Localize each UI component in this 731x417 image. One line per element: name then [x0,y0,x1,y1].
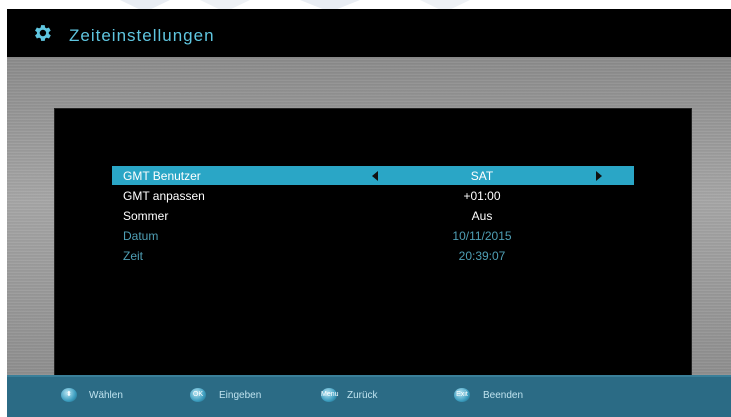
setting-value: SAT [470,169,494,183]
arrow-right-icon[interactable] [596,171,602,181]
setting-label: Sommer [123,209,169,223]
setting-label: GMT anpassen [123,189,205,203]
setting-label: GMT Benutzer [123,169,201,183]
setting-row-summer[interactable]: Sommer Aus [112,206,634,225]
ok-icon: OK [190,388,206,402]
hint-enter: Eingeben [219,390,262,401]
setting-row-gmt-adjust[interactable]: GMT anpassen +01:00 [112,186,634,205]
gear-icon [35,25,51,41]
footer-hint-bar: ⬍ Wählen OK Eingeben Menu Zurück Exit Be… [7,375,731,417]
setting-row-gmt-user[interactable]: GMT Benutzer SAT [112,166,634,185]
setting-row-time: Zeit 20:39:07 [112,246,634,265]
header: Zeiteinstellungen [7,9,731,57]
page-title: Zeiteinstellungen [69,26,215,45]
menu-icon: Menu [321,388,339,402]
arrow-left-icon[interactable] [372,171,378,181]
hint-select: Wählen [89,390,123,401]
tv-screen: Zeiteinstellungen GMT Benutzer SAT GMT a… [7,9,731,417]
exit-icon: Exit [454,388,470,402]
metal-frame: GMT Benutzer SAT GMT anpassen +01:00 Som… [7,57,731,408]
up-down-icon: ⬍ [61,388,77,402]
setting-label: Datum [123,229,159,243]
setting-label: Zeit [123,249,144,263]
hint-back: Zurück [347,390,378,401]
setting-value: 10/11/2015 [452,229,512,243]
setting-value: 20:39:07 [458,249,506,263]
setting-value: Aus [471,209,493,223]
hint-exit: Beenden [483,390,524,401]
setting-row-date: Datum 10/11/2015 [112,226,634,245]
settings-panel: GMT Benutzer SAT GMT anpassen +01:00 Som… [55,109,691,408]
setting-value: +01:00 [463,189,501,203]
